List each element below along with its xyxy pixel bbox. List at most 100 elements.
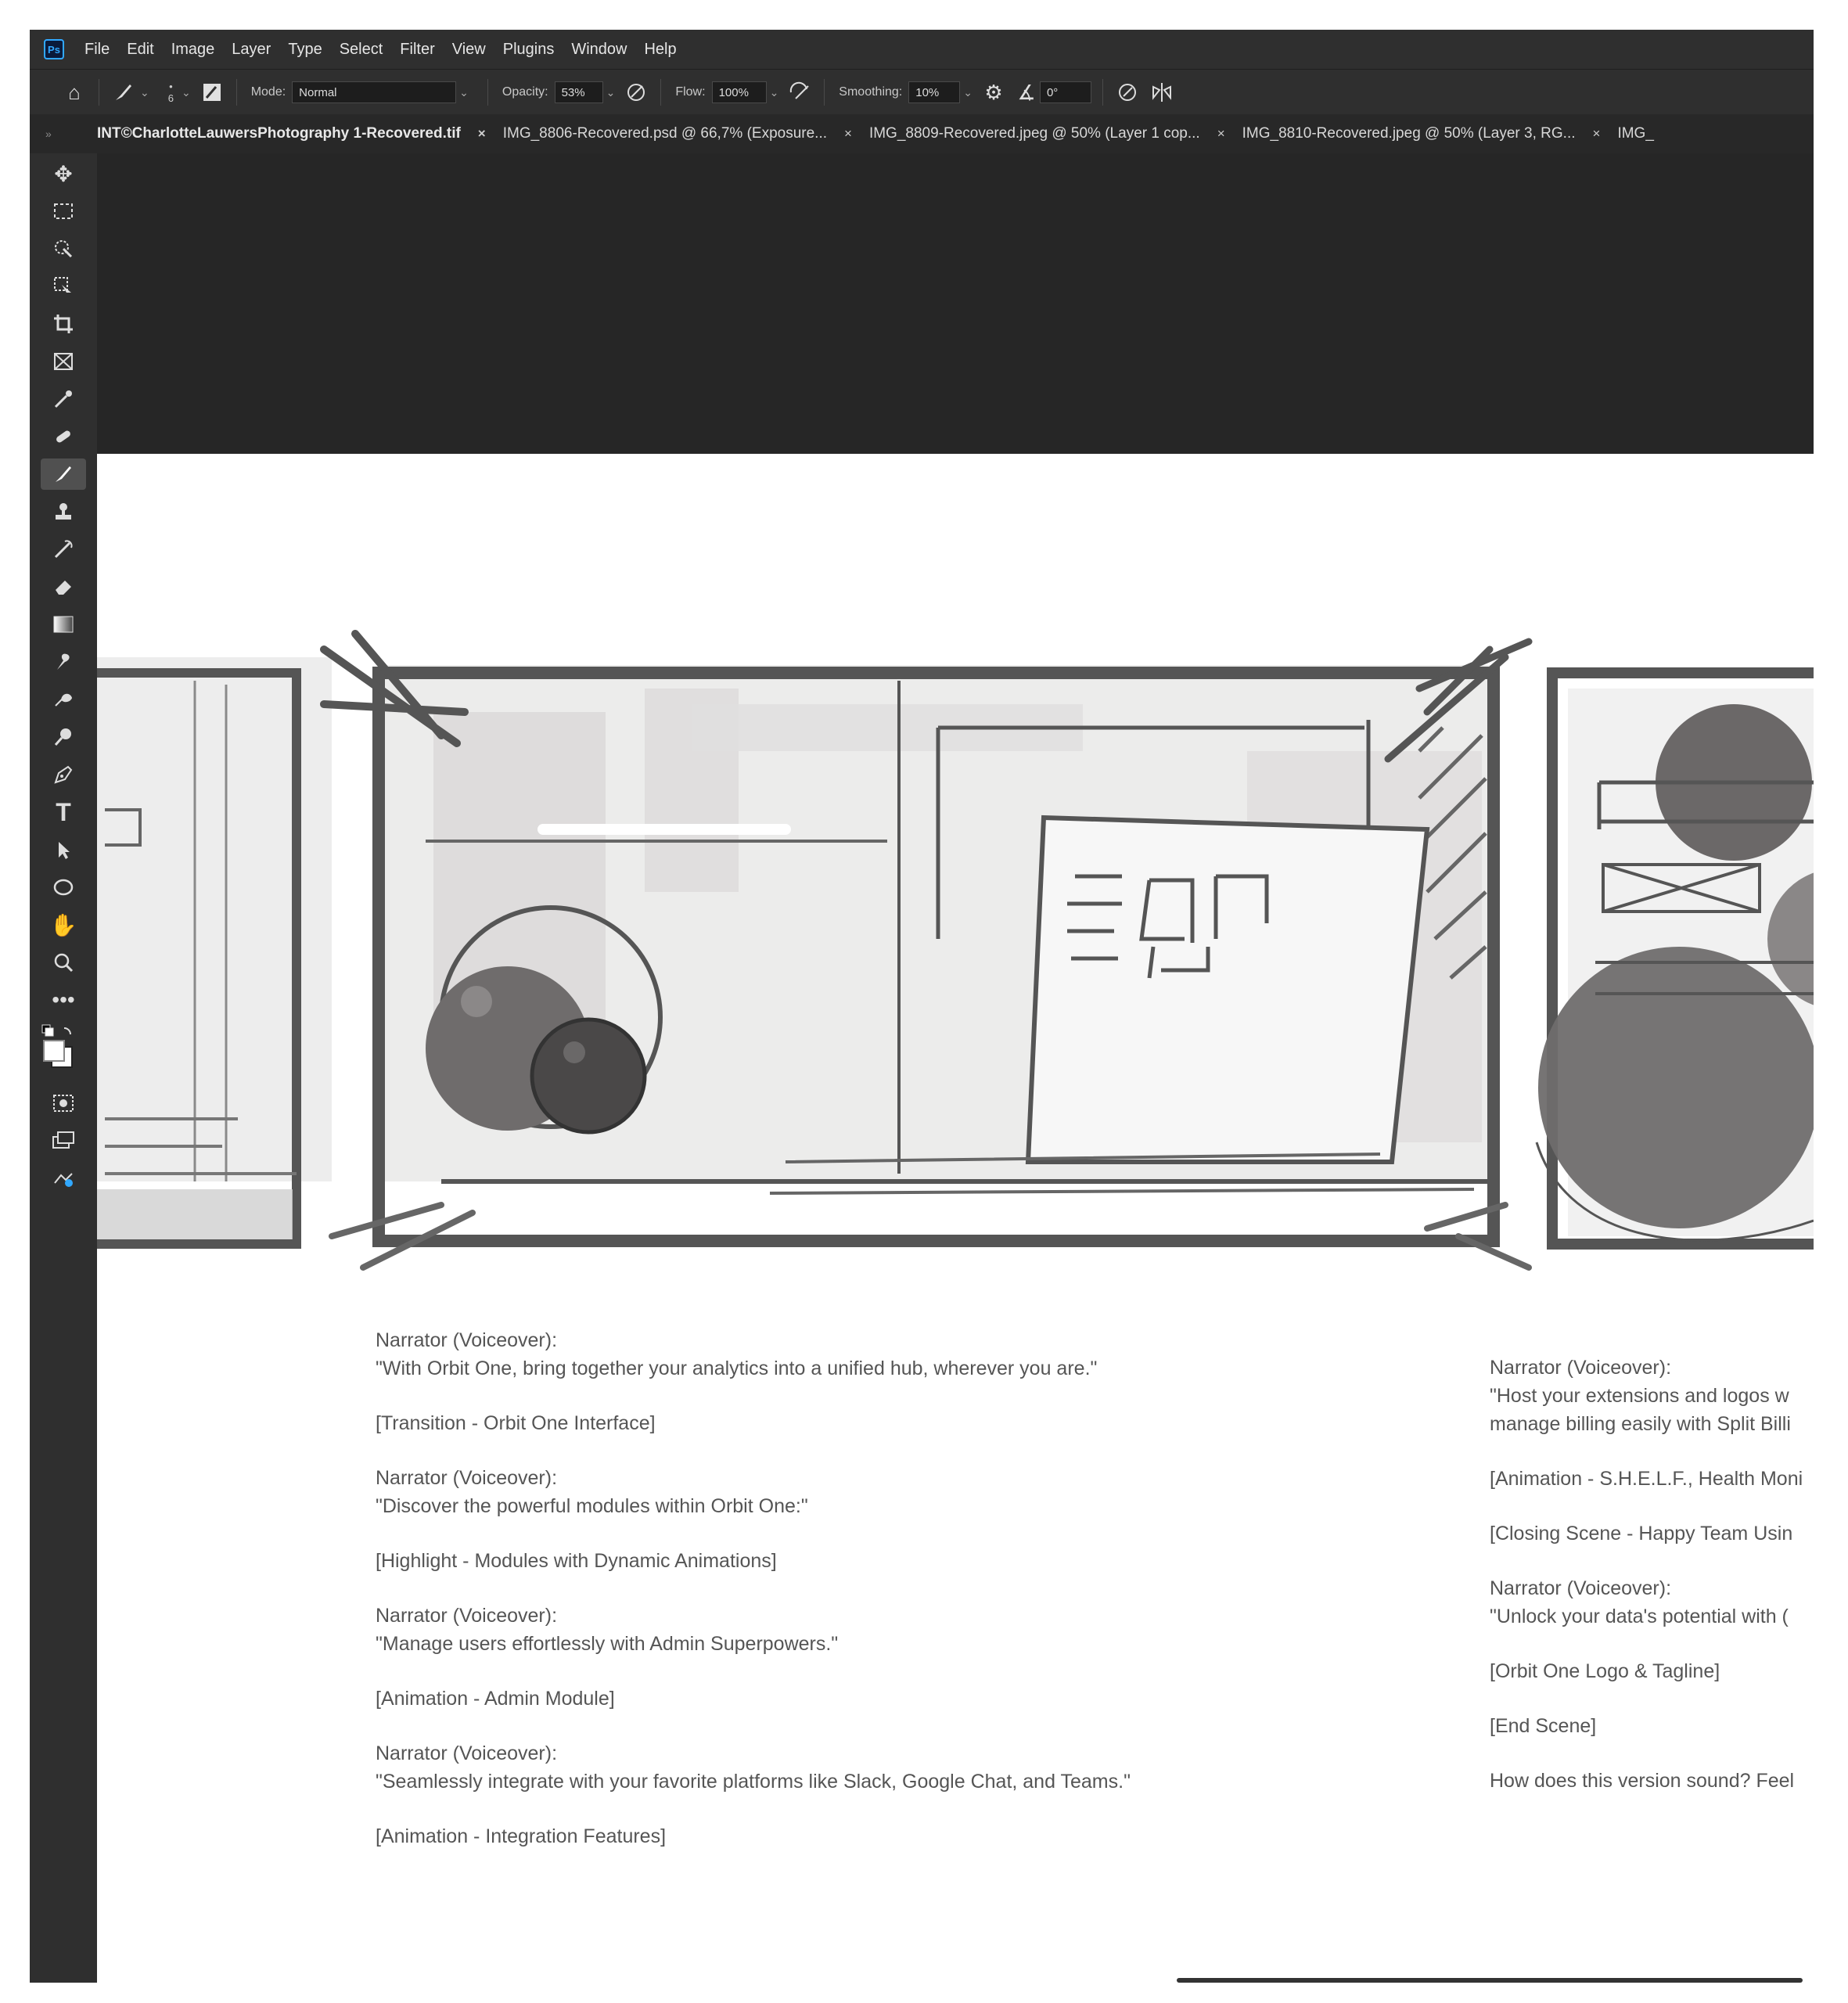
divider (487, 79, 488, 106)
smoothing-label: Smoothing: (839, 85, 903, 99)
zoom-tool-icon[interactable] (41, 947, 86, 978)
pen-tool-icon[interactable] (41, 759, 86, 790)
storyboard-sketch (97, 630, 1814, 1271)
divider (235, 79, 237, 106)
horizontal-scrollbar[interactable] (1177, 1978, 1803, 1983)
gear-icon[interactable]: ⚙ (980, 79, 1007, 106)
divider (1102, 79, 1103, 106)
frame-tool-icon[interactable] (41, 346, 86, 377)
script-line: [Orbit One Logo & Tagline] (1490, 1660, 1720, 1682)
smudge-tool-icon[interactable] (41, 646, 86, 678)
flow-label: Flow: (675, 85, 706, 99)
menu-select[interactable]: Select (340, 41, 383, 59)
script-line: [End Scene] (1490, 1715, 1597, 1737)
move-tool-icon[interactable]: ✥ (41, 158, 86, 189)
close-icon[interactable]: × (478, 126, 486, 142)
menu-help[interactable]: Help (644, 41, 676, 59)
quick-selection-tool-icon[interactable] (41, 233, 86, 264)
brush-angle-input[interactable]: 0° (1039, 81, 1091, 103)
crop-tool-icon[interactable] (41, 308, 86, 340)
object-selection-tool-icon[interactable] (41, 271, 86, 302)
opacity-label: Opacity: (502, 85, 548, 99)
tab-label: IMG_8810-Recovered.jpeg @ 50% (Layer 3, … (1242, 125, 1576, 142)
script-line: How does this version sound? Feel (1490, 1770, 1795, 1792)
document-tab[interactable]: IMG_ (1617, 114, 1670, 153)
dodge-tool-icon[interactable] (41, 721, 86, 753)
brush-dot-icon: • (169, 81, 173, 92)
color-swatches-icon[interactable] (41, 1023, 86, 1078)
close-icon[interactable]: × (1593, 126, 1601, 142)
healing-brush-tool-icon[interactable] (41, 421, 86, 452)
script-line: Narrator (Voiceover): "Manage users effo… (376, 1605, 839, 1655)
brush-preset-icon[interactable] (110, 79, 137, 106)
history-brush-tool-icon[interactable] (41, 534, 86, 565)
hand-tool-icon[interactable]: ✋ (41, 909, 86, 940)
angle-icon: ∡ (1017, 80, 1036, 104)
clone-stamp-tool-icon[interactable] (41, 496, 86, 527)
chevron-down-icon[interactable]: ⌄ (963, 86, 973, 99)
brush-size-indicator[interactable]: • 6 (168, 81, 174, 104)
chevron-down-icon[interactable]: ⌄ (459, 86, 469, 99)
menu-plugins[interactable]: Plugins (503, 41, 555, 59)
menu-image[interactable]: Image (171, 41, 215, 59)
document-canvas[interactable]: Narrator (Voiceover): "With Orbit One, b… (97, 454, 1814, 1983)
burn-tool-icon[interactable] (41, 684, 86, 715)
divider (660, 79, 662, 106)
chevron-down-icon[interactable]: ⌄ (770, 86, 779, 99)
options-bar: ⌂ ⌄ • 6 ⌄ Mode: Normal ⌄ Opacity: 53% ⌄ … (30, 69, 1814, 115)
close-icon[interactable]: × (1217, 126, 1225, 142)
panel-grip-icon[interactable]: » (30, 128, 97, 140)
generative-fill-icon[interactable] (41, 1163, 86, 1194)
chevron-down-icon[interactable]: ⌄ (140, 86, 149, 99)
chevron-down-icon[interactable]: ⌄ (606, 86, 616, 99)
menu-edit[interactable]: Edit (127, 41, 153, 59)
home-icon[interactable]: ⌂ (61, 79, 88, 106)
type-tool-icon[interactable]: T (41, 797, 86, 828)
script-line: [Animation - Admin Module] (376, 1688, 615, 1710)
document-tab[interactable]: INT©CharlotteLauwersPhotography 1-Recove… (97, 114, 503, 153)
script-line: Narrator (Voiceover): "Host your extensi… (1490, 1357, 1791, 1435)
chevron-down-icon[interactable]: ⌄ (182, 86, 191, 99)
photoshop-logo-icon: Ps (44, 39, 64, 59)
pasteboard (97, 153, 1814, 454)
menu-filter[interactable]: Filter (400, 41, 434, 59)
brush-settings-panel-icon[interactable] (199, 79, 225, 106)
marquee-tool-icon[interactable] (41, 196, 86, 227)
screen-mode-icon[interactable] (41, 1125, 86, 1156)
quick-mask-icon[interactable] (41, 1088, 86, 1119)
close-icon[interactable]: × (844, 126, 852, 142)
brush-tool-icon[interactable] (41, 458, 86, 490)
tab-label: IMG_ (1617, 125, 1654, 142)
script-line: [Closing Scene - Happy Team Usin (1490, 1523, 1793, 1545)
photoshop-window: Ps File Edit Image Layer Type Select Fil… (30, 30, 1814, 1983)
opacity-input[interactable]: 53% (554, 81, 603, 103)
more-tools-icon[interactable]: ••• (41, 984, 86, 1016)
eyedropper-tool-icon[interactable] (41, 383, 86, 415)
menu-layer[interactable]: Layer (232, 41, 271, 59)
menu-window[interactable]: Window (571, 41, 627, 59)
pressure-opacity-icon[interactable] (623, 79, 649, 106)
gradient-tool-icon[interactable] (41, 609, 86, 640)
script-line: [Animation - Integration Features] (376, 1825, 667, 1847)
flow-input[interactable]: 100% (711, 81, 767, 103)
mode-select[interactable]: Normal (292, 81, 457, 103)
pressure-size-icon[interactable] (1114, 79, 1141, 106)
script-text-left: Narrator (Voiceover): "With Orbit One, b… (376, 1326, 1471, 1877)
document-tab[interactable]: IMG_8810-Recovered.jpeg @ 50% (Layer 3, … (1242, 114, 1618, 153)
brush-size-value: 6 (167, 92, 174, 104)
menu-view[interactable]: View (452, 41, 486, 59)
script-text-right: Narrator (Voiceover): "Host your extensi… (1490, 1354, 1814, 1821)
menu-file[interactable]: File (84, 41, 110, 59)
eraser-tool-icon[interactable] (41, 571, 86, 602)
tab-label: IMG_8809-Recovered.jpeg @ 50% (Layer 1 c… (868, 125, 1200, 142)
document-tab[interactable]: IMG_8806-Recovered.psd @ 66,7% (Exposure… (503, 114, 869, 153)
smoothing-input[interactable]: 10% (908, 81, 961, 103)
symmetry-icon[interactable] (1149, 79, 1175, 106)
document-tab[interactable]: IMG_8809-Recovered.jpeg @ 50% (Layer 1 c… (869, 114, 1242, 153)
path-selection-tool-icon[interactable] (41, 834, 86, 865)
script-line: Narrator (Voiceover): "Seamlessly integr… (376, 1742, 1131, 1793)
airbrush-icon[interactable] (786, 79, 813, 106)
divider (824, 79, 825, 106)
menu-type[interactable]: Type (288, 41, 322, 59)
ellipse-tool-icon[interactable] (41, 872, 86, 903)
